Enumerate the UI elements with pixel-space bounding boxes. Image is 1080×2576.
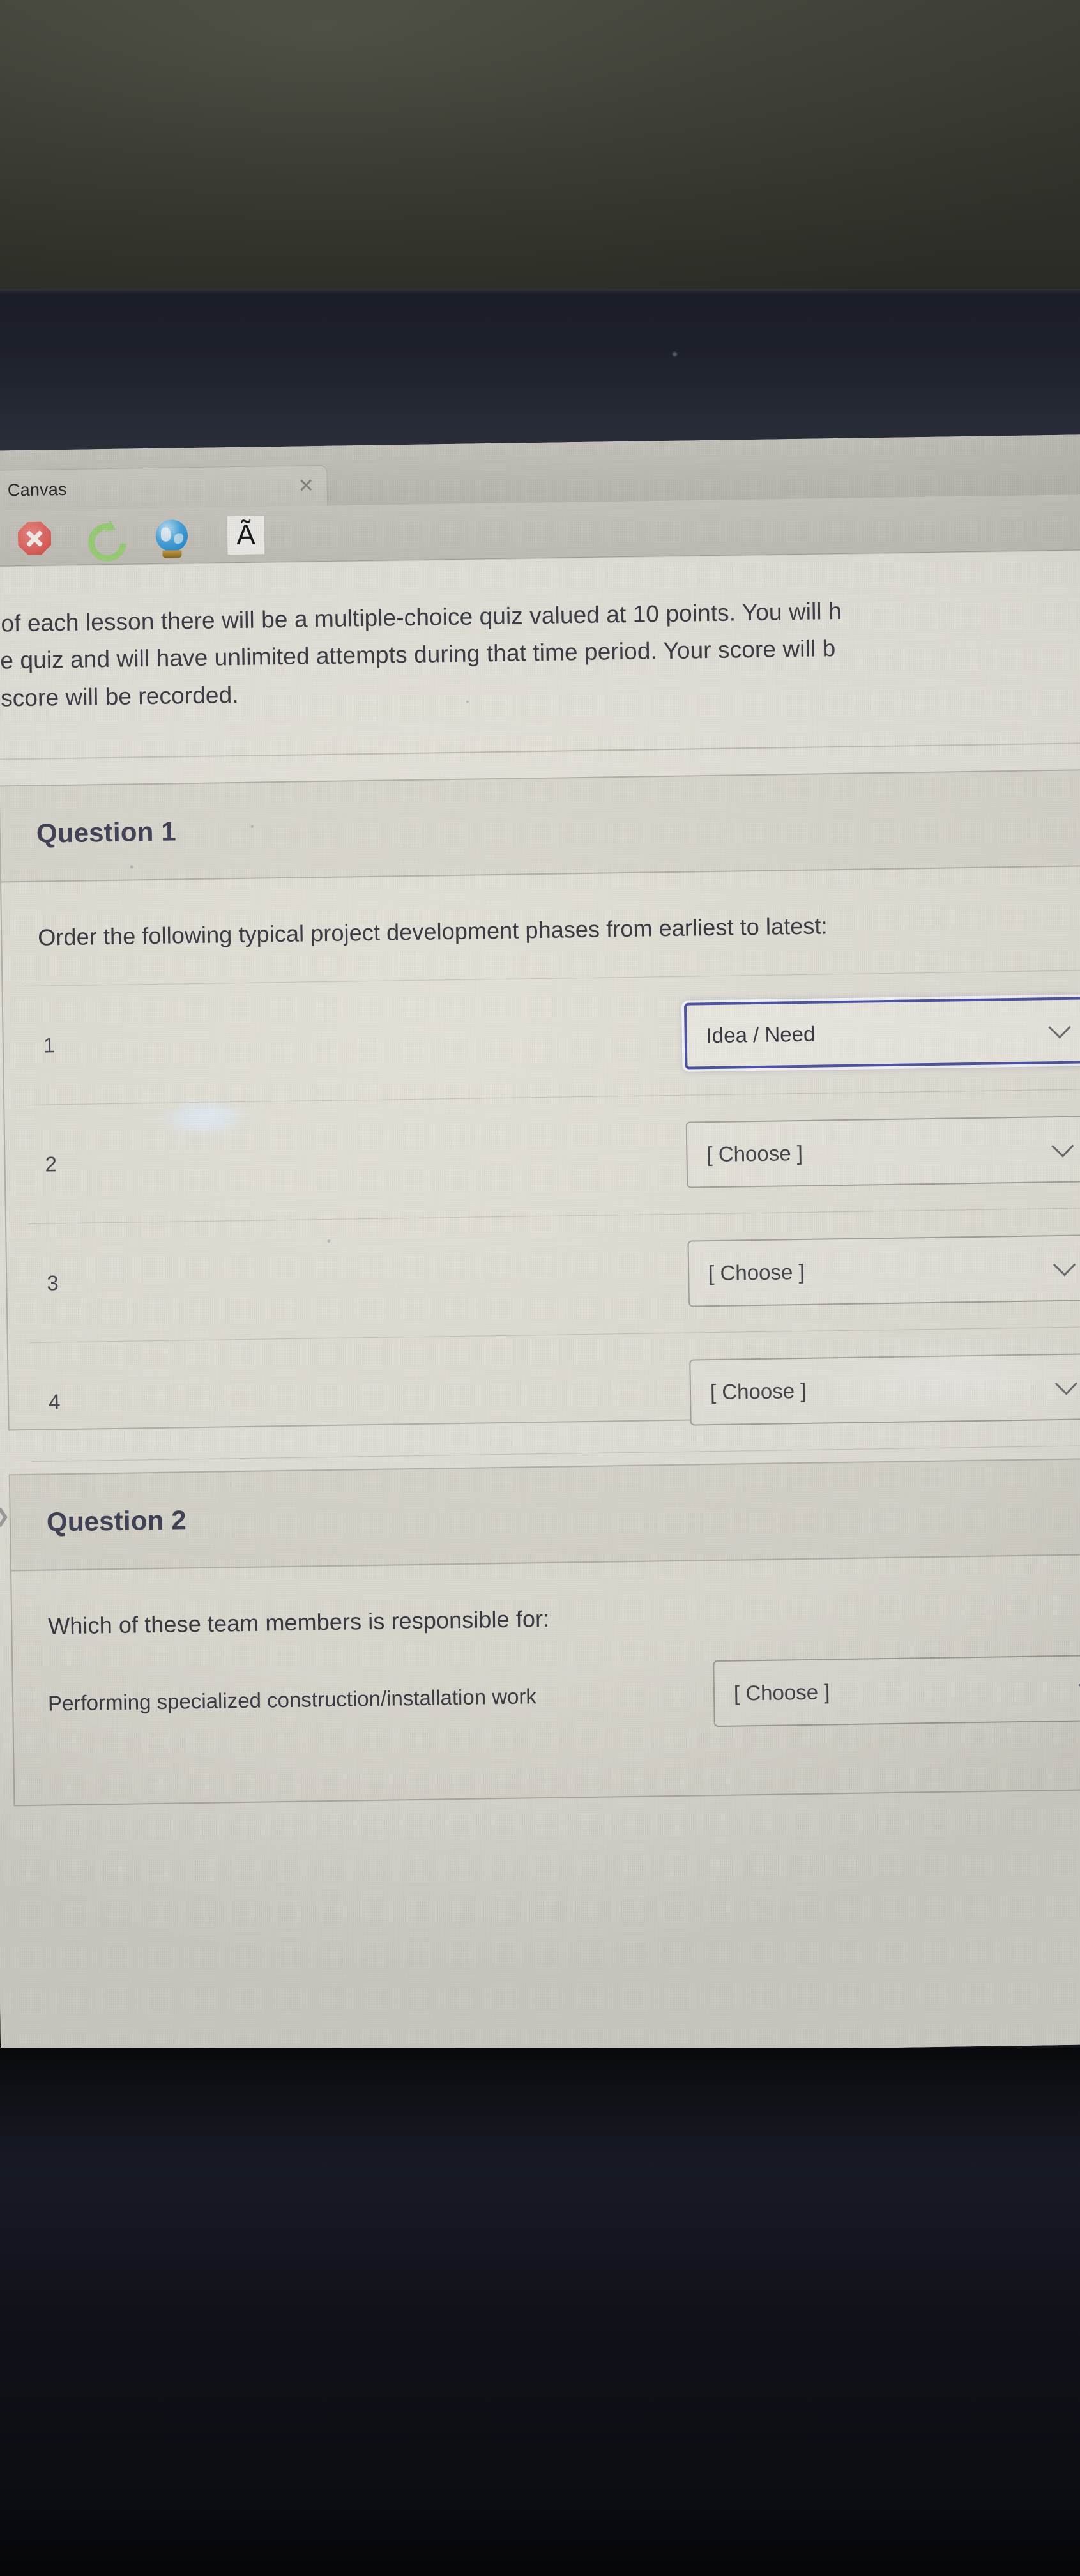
table-row: 3 [ Choose ] — [27, 1208, 1080, 1343]
row-label: 1 — [43, 1032, 56, 1057]
chevron-down-icon — [1054, 1372, 1078, 1395]
question-1-header: Question 1 — [0, 770, 1080, 883]
row-label: Performing specialized construction/inst… — [47, 1684, 537, 1715]
bottom-vignette — [0, 2485, 1080, 2576]
close-icon[interactable]: ✕ — [294, 475, 319, 496]
text-encoding-icon-label: Ã — [227, 516, 265, 555]
role-select-1[interactable]: [ Choose ] — [713, 1654, 1080, 1728]
laptop-keyboard-deck: F1 F2 — [0, 2048, 1080, 2576]
scroll-hint-icon: ❯ — [0, 1505, 11, 1527]
phase-select-4-value: [ Choose ] — [710, 1378, 807, 1404]
chevron-down-icon — [1053, 1253, 1076, 1276]
table-row: Performing specialized construction/inst… — [13, 1623, 1080, 1737]
laptop-screen: Canvas ✕ Ã e end of each lesson there wi… — [0, 434, 1080, 2061]
chevron-down-icon — [1051, 1134, 1074, 1158]
phase-select-3[interactable]: [ Choose ] — [687, 1234, 1080, 1307]
globe-home-icon[interactable] — [155, 519, 191, 555]
ordering-control-4: [ Choose ] — [689, 1353, 1080, 1426]
reload-icon[interactable] — [86, 521, 121, 556]
phase-select-1[interactable]: Idea / Need — [683, 996, 1080, 1070]
intro-divider — [0, 742, 1080, 760]
question-2-header: Question 2 — [10, 1459, 1080, 1572]
row-label: 2 — [45, 1151, 57, 1176]
ordering-control-3: [ Choose ] — [687, 1234, 1080, 1307]
photo-of-laptop-screen: Canvas ✕ Ã e end of each lesson there wi… — [0, 0, 1080, 2576]
chevron-down-icon — [1048, 1015, 1071, 1039]
table-row: 4 [ Choose ] — [29, 1326, 1080, 1462]
text-encoding-icon[interactable]: Ã — [227, 516, 266, 556]
phase-select-3-value: [ Choose ] — [708, 1259, 805, 1285]
quiz-page: e end of each lesson there will be a mul… — [0, 550, 1080, 2061]
ordering-control-2: [ Choose ] — [685, 1115, 1080, 1188]
row-label: 4 — [48, 1389, 61, 1413]
question-1-title: Question 1 — [36, 816, 177, 848]
role-select-1-value: [ Choose ] — [733, 1680, 830, 1705]
question-card-1: Question 1 Order the following typical p… — [0, 769, 1080, 1581]
phase-select-1-value: Idea / Need — [706, 1022, 816, 1047]
laptop-lid-bezel — [0, 289, 1080, 461]
bezel-dust-speck — [673, 352, 677, 356]
globe-home-icon-stand — [162, 550, 182, 558]
phase-select-2[interactable]: [ Choose ] — [685, 1115, 1080, 1188]
question-2-body: Which of these team members is responsib… — [11, 1554, 1080, 1737]
stop-icon[interactable] — [18, 521, 53, 556]
phase-select-4[interactable]: [ Choose ] — [689, 1353, 1080, 1426]
browser-tab-canvas[interactable]: Canvas ✕ — [0, 464, 328, 512]
phase-select-2-value: [ Choose ] — [706, 1140, 803, 1166]
table-row: 1 Idea / Need — [24, 970, 1080, 1105]
question-card-2: Question 2 Which of these team members i… — [8, 1457, 1080, 1807]
quiz-intro-paragraph: e end of each lesson there will be a mul… — [0, 589, 1080, 718]
tab-title: Canvas — [7, 479, 67, 500]
background-wall — [0, 0, 1080, 300]
question-2-title: Question 2 — [46, 1505, 187, 1537]
row-label: 3 — [47, 1270, 59, 1295]
ordering-control-1: Idea / Need — [683, 996, 1080, 1070]
table-row: 2 [ Choose ] — [26, 1089, 1080, 1224]
